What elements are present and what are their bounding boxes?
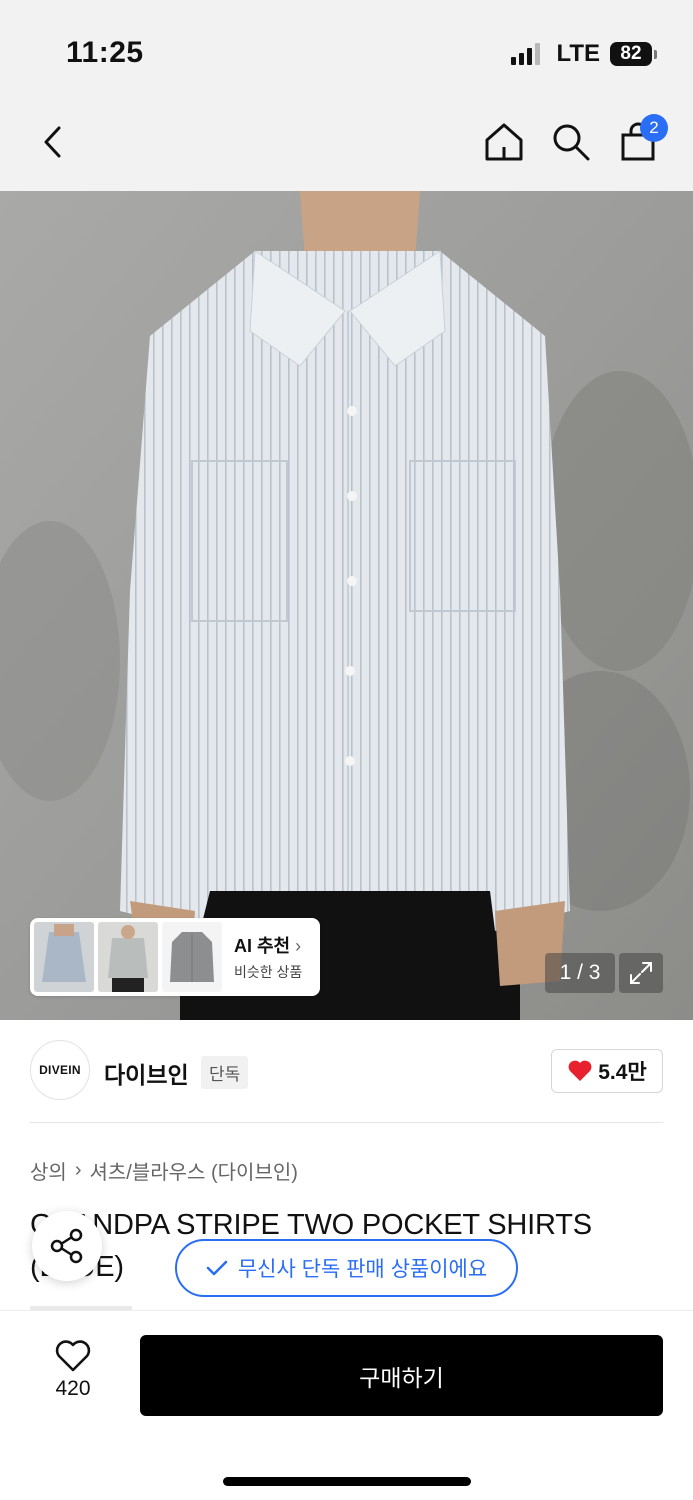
share-button[interactable] (32, 1211, 102, 1281)
chevron-right-icon: › (295, 936, 302, 956)
check-icon (206, 1260, 228, 1276)
breadcrumb: 상의 › 셔츠/블라우스 (다이브인) (30, 1156, 298, 1185)
expand-icon (630, 962, 652, 984)
breadcrumb-subcategory[interactable]: 셔츠/블라우스 (다이브인) (89, 1156, 297, 1185)
ai-recommend-title: AI 추천 (234, 936, 291, 956)
brand-like-count: 5.4만 (598, 1061, 647, 1084)
battery-icon: 82 (610, 42, 657, 66)
recommend-thumb-2[interactable] (98, 922, 158, 992)
product-photo (0, 191, 693, 1020)
heart-outline-icon (55, 1340, 91, 1372)
chevron-right-icon: › (74, 1159, 82, 1181)
status-time: 11:25 (66, 36, 144, 69)
brand-row: DIVEIN 다이브인 단독 5.4만 (30, 1040, 663, 1102)
expand-image-button[interactable] (619, 953, 663, 993)
image-page-counter: 1 / 3 (545, 953, 615, 993)
battery-level: 82 (610, 42, 652, 66)
cart-button[interactable]: 2 (612, 114, 668, 168)
brand-name[interactable]: 다이브인 (104, 1056, 189, 1090)
brand-like-button[interactable]: 5.4만 (551, 1049, 663, 1093)
buy-button[interactable]: 구매하기 (140, 1335, 663, 1416)
exclusive-tag: 단독 (201, 1056, 249, 1089)
heart-filled-icon (568, 1060, 592, 1081)
product-image[interactable]: AI 추천 › 비슷한 상품 1 / 3 (0, 191, 693, 1020)
back-button[interactable] (28, 116, 80, 168)
ai-recommend-card[interactable]: AI 추천 › 비슷한 상품 (30, 918, 320, 996)
bottom-action-bar: 420 구매하기 (0, 1310, 693, 1500)
search-button[interactable] (545, 116, 597, 168)
signal-icon (511, 43, 541, 65)
status-bar: 11:25 LTE 82 (0, 0, 693, 96)
top-nav-bar: 2 (0, 96, 693, 191)
ai-recommend-subtitle: 비슷한 상품 (234, 964, 303, 980)
cart-count-badge: 2 (640, 114, 668, 142)
search-icon (553, 124, 590, 161)
wishlist-count: 420 (55, 1377, 91, 1400)
home-icon (485, 123, 523, 161)
chevron-left-icon (44, 126, 61, 158)
breadcrumb-category[interactable]: 상의 (30, 1156, 67, 1185)
recommend-thumb-3[interactable] (162, 922, 222, 992)
recommend-thumb-1[interactable] (34, 922, 94, 992)
brand-logo[interactable]: DIVEIN (30, 1040, 90, 1100)
divider (30, 1122, 663, 1123)
share-icon (50, 1228, 83, 1264)
home-button[interactable] (478, 116, 530, 168)
exclusive-sale-banner: 무신사 단독 판매 상품이에요 (175, 1239, 518, 1297)
network-type: LTE (556, 40, 600, 67)
wishlist-button[interactable]: 420 (34, 1339, 112, 1409)
status-indicators: LTE 82 (511, 40, 657, 68)
home-indicator (223, 1477, 471, 1486)
exclusive-sale-text: 무신사 단독 판매 상품이에요 (237, 1258, 488, 1281)
